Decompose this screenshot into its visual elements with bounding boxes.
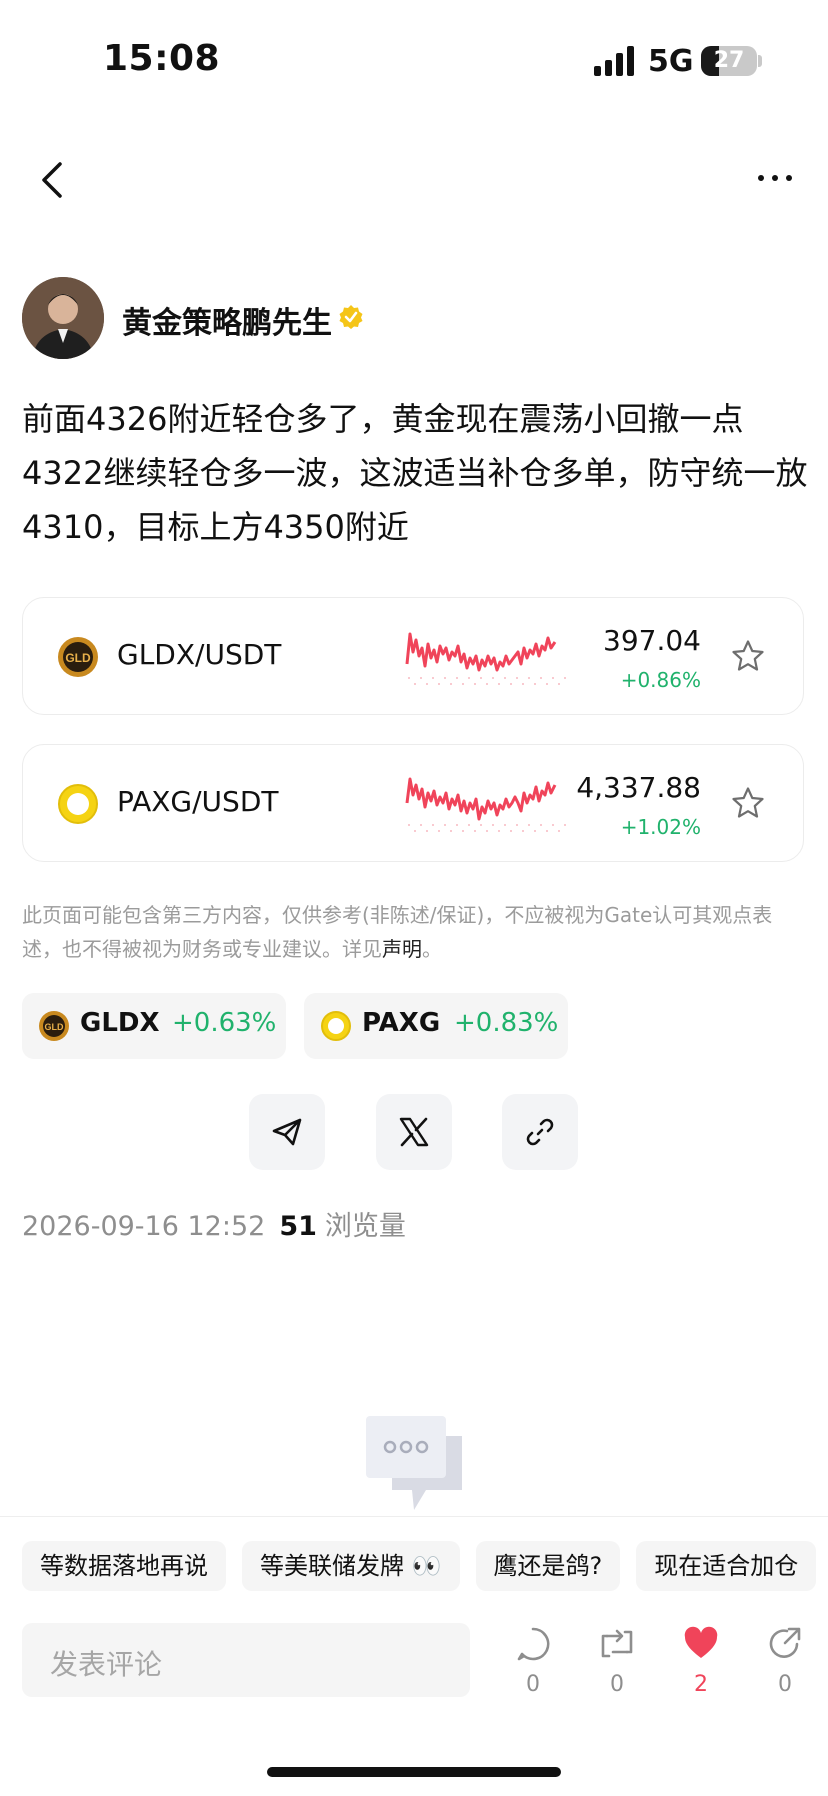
like-count: 2 <box>694 1672 708 1697</box>
post-meta: 2026-09-16 12:52 51 浏览量 <box>22 1204 406 1243</box>
comment-count: 0 <box>526 1672 540 1697</box>
network-type: 5G <box>648 44 694 79</box>
post-datetime: 2026-09-16 12:52 <box>22 1211 266 1242</box>
telegram-icon <box>272 1118 302 1146</box>
empty-comments-icon <box>366 1416 462 1510</box>
back-arrow-icon[interactable] <box>36 160 72 200</box>
repost-action[interactable]: 0 <box>589 1626 645 1706</box>
share-telegram-button[interactable] <box>249 1094 325 1170</box>
gldx-tag-icon-label: GLD <box>45 1022 64 1032</box>
tag-change: +0.63% <box>172 1008 277 1038</box>
tag-name: PAXG <box>362 1008 441 1038</box>
quick-reply-chip[interactable]: 等美联储发牌 👀 <box>242 1541 460 1591</box>
comment-action[interactable]: 0 <box>505 1626 561 1706</box>
card-change: +1.02% <box>620 815 701 839</box>
tag-change: +0.83% <box>454 1008 559 1038</box>
card-pair: PAXG/USDT <box>117 785 279 818</box>
token-tag-paxg[interactable]: PAXG +0.83% <box>304 993 568 1059</box>
bottom-divider <box>0 1516 828 1517</box>
quick-reply-chips: 等数据落地再说 等美联储发牌 👀 鹰还是鸽? 现在适合加仓 <box>22 1541 828 1593</box>
sparkline-chart <box>405 632 566 685</box>
paxg-coin-icon <box>321 1011 351 1041</box>
share-count: 0 <box>778 1672 792 1697</box>
battery-tip <box>758 55 762 67</box>
comment-input[interactable]: 发表评论 <box>22 1623 470 1697</box>
status-time: 15:08 <box>103 38 221 79</box>
gldx-coin-icon: GLD <box>39 1011 69 1041</box>
repost-icon <box>601 1629 633 1658</box>
share-link-button[interactable] <box>502 1094 578 1170</box>
comment-placeholder: 发表评论 <box>50 1648 163 1681</box>
author-avatar[interactable] <box>22 277 104 359</box>
post-content: 前面4326附近轻仓多了，黄金现在震荡小回撤一点4322继续轻仓多一波，这波适当… <box>22 400 808 546</box>
battery-icon: 27 <box>701 46 757 76</box>
quick-reply-chip[interactable]: 现在适合加仓 <box>636 1541 817 1591</box>
battery-level: 27 <box>713 48 745 73</box>
gldx-coin-icon: GLD <box>58 637 98 677</box>
disclaimer-link[interactable]: 声明 <box>382 937 422 961</box>
author-name[interactable]: 黄金策略鹏先生 <box>122 298 332 342</box>
card-change: +0.86% <box>620 668 701 692</box>
more-options-icon[interactable] <box>758 166 804 206</box>
card-price: 4,337.88 <box>576 771 701 804</box>
like-action[interactable]: 2 <box>673 1626 729 1706</box>
favorite-star-icon[interactable] <box>731 639 765 673</box>
share-action[interactable]: 0 <box>757 1626 813 1706</box>
disclaimer-end: 。 <box>422 937 442 961</box>
market-card-gldx[interactable]: GLD GLDX/USDT 397.04 +0.86% <box>22 597 804 715</box>
disclaimer-text: 此页面可能包含第三方内容，仅供参考(非陈述/保证)，不应被视为Gate认可其观点… <box>22 898 812 966</box>
view-label: 浏览量 <box>324 1211 406 1242</box>
share-x-button[interactable] <box>376 1094 452 1170</box>
gldx-coin-label: GLD <box>65 651 91 665</box>
view-count: 51 <box>279 1211 317 1242</box>
avatar-image <box>22 277 104 359</box>
link-icon <box>526 1118 554 1146</box>
card-price: 397.04 <box>603 624 701 657</box>
tag-name: GLDX <box>80 1008 160 1038</box>
quick-reply-chip[interactable]: 鹰还是鸽? <box>475 1541 621 1591</box>
repost-count: 0 <box>610 1672 624 1697</box>
quick-reply-chip[interactable]: 等数据落地再说 <box>22 1541 226 1591</box>
verified-badge-icon <box>339 305 363 329</box>
home-indicator[interactable] <box>267 1767 561 1777</box>
share-icon <box>769 1627 801 1658</box>
card-pair: GLDX/USDT <box>117 638 282 671</box>
comment-icon <box>517 1627 550 1661</box>
sparkline-chart <box>405 777 566 832</box>
heart-icon <box>684 1626 718 1658</box>
favorite-star-icon[interactable] <box>731 786 765 820</box>
x-icon <box>399 1117 429 1147</box>
signal-icon <box>594 46 634 76</box>
token-tag-gldx[interactable]: GLD GLDX +0.63% <box>22 993 286 1059</box>
paxg-coin-icon <box>58 784 98 824</box>
market-card-paxg[interactable]: PAXG/USDT 4,337.88 +1.02% <box>22 744 804 862</box>
